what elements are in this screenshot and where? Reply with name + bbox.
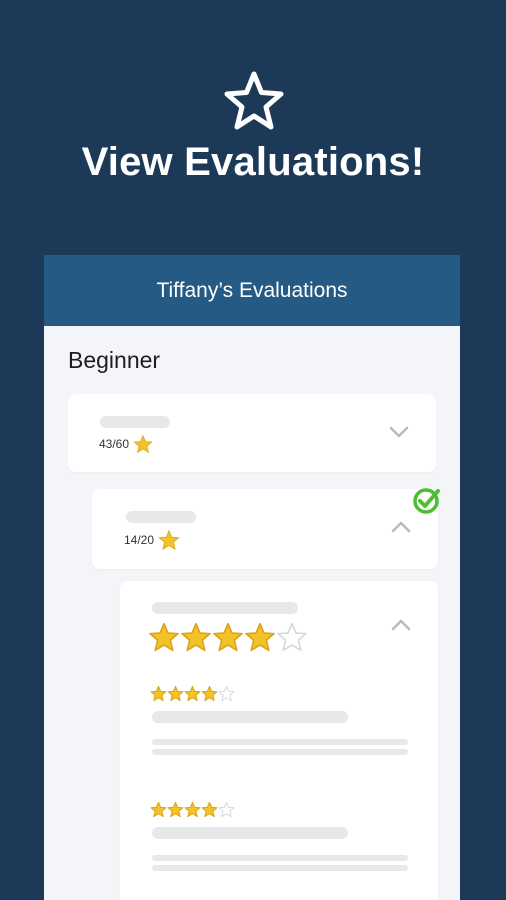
review-rating-stars [150,685,235,702]
hero-title: View Evaluations! [81,140,425,184]
review-rating-stars [150,801,235,818]
star-filled-icon [184,801,201,818]
title-placeholder [100,416,170,428]
title-placeholder [126,511,196,523]
evaluation-card-collapsed[interactable]: 43/60 [68,394,436,472]
star-filled-icon [245,622,275,652]
star-filled-icon [201,801,218,818]
chevron-up-icon[interactable] [390,519,412,535]
chevron-down-icon[interactable] [388,424,410,440]
screen-header-title: Tiffany’s Evaluations [156,278,348,302]
review-text-placeholder [152,865,408,871]
star-filled-icon [150,685,167,702]
screen-header: Tiffany’s Evaluations [44,255,460,326]
star-filled-icon [167,801,184,818]
star-filled-icon [213,622,243,652]
star-empty-icon [218,685,235,702]
review-title-placeholder [152,711,348,723]
review-text-placeholder [152,855,408,861]
star-filled-icon [167,685,184,702]
evaluation-card-expanded[interactable]: 14/20 [92,489,438,569]
evaluations-screen: Tiffany’s Evaluations Beginner 43/60 14/… [44,255,460,900]
score-text: 14/20 [124,533,155,547]
check-circle-icon [413,488,440,514]
review-text-placeholder [152,749,408,755]
star-icon [158,529,180,551]
star-filled-icon [181,622,211,652]
star-filled-icon [201,685,218,702]
section-title: Beginner [68,347,161,373]
review-text-placeholder [152,739,408,745]
star-filled-icon [184,685,201,702]
title-placeholder [152,602,298,614]
star-icon [133,434,153,454]
star-outline-icon [224,71,284,130]
chevron-up-icon[interactable] [390,617,412,633]
score-row: 43/60 [99,434,153,454]
star-filled-icon [149,622,179,652]
star-empty-icon [277,622,307,652]
evaluation-detail-card[interactable] [120,581,438,900]
star-filled-icon [150,801,167,818]
review-title-placeholder [152,827,348,839]
score-row: 14/20 [124,529,180,551]
score-text: 43/60 [99,437,130,451]
star-empty-icon [218,801,235,818]
rating-stars-large [148,621,308,653]
